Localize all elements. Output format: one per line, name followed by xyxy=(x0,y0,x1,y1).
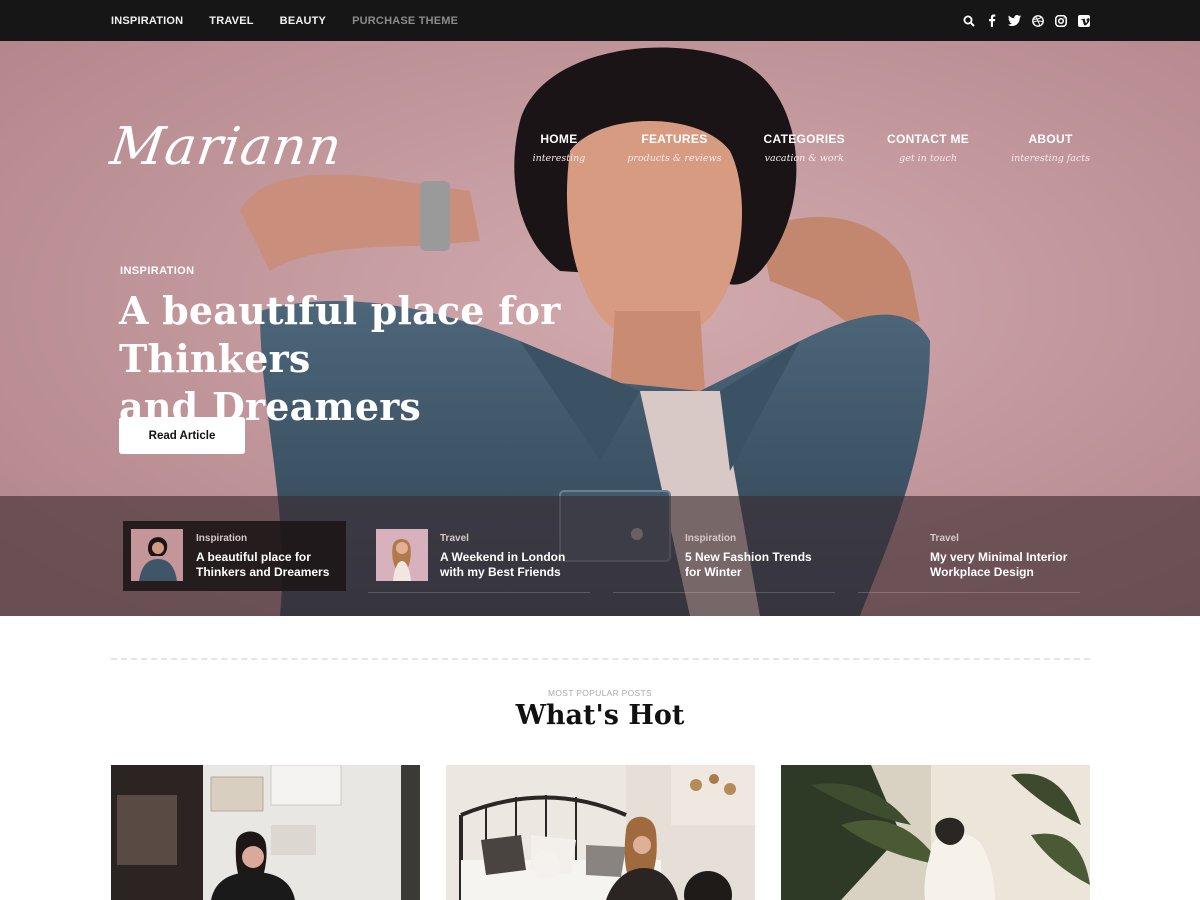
post-card-image[interactable] xyxy=(446,765,755,900)
vimeo-icon[interactable] xyxy=(1077,14,1090,27)
hero-title-line-1: A beautiful place for Thinkers xyxy=(119,288,561,381)
slide-item[interactable]: Travel My very Minimal Interior Workplac… xyxy=(858,521,1080,593)
slide-title-line-2: Thinkers and Dreamers xyxy=(196,565,330,579)
post-card-image[interactable] xyxy=(781,765,1090,900)
instagram-icon[interactable] xyxy=(1054,14,1067,27)
main-nav-label: ABOUT xyxy=(1028,132,1073,146)
slide-divider xyxy=(858,592,1080,593)
main-nav-features[interactable]: FEATURES products & reviews xyxy=(627,132,721,164)
main-nav-contact[interactable]: CONTACT ME get in touch xyxy=(887,132,969,164)
facebook-icon[interactable] xyxy=(985,14,998,27)
search-icon[interactable] xyxy=(962,14,975,27)
slide-category: Travel xyxy=(440,533,469,544)
site-logo[interactable]: Mariann xyxy=(107,117,346,177)
top-nav-inspiration[interactable]: INSPIRATION xyxy=(111,15,183,27)
slide-category: Inspiration xyxy=(685,533,737,544)
slide-item[interactable]: Inspiration A beautiful place for Thinke… xyxy=(123,521,346,591)
slide-title-line-2: for Winter xyxy=(685,565,742,579)
slide-item[interactable]: Travel A Weekend in London with my Best … xyxy=(368,521,590,593)
main-nav-sublabel: interesting xyxy=(532,153,586,164)
main-nav-sublabel: products & reviews xyxy=(627,153,722,164)
slide-title-line-1: 5 New Fashion Trends xyxy=(685,550,812,564)
social-links xyxy=(952,0,1090,41)
main-nav-about[interactable]: ABOUT interesting facts xyxy=(1011,132,1090,164)
slide-title-line-1: My very Minimal Interior xyxy=(930,550,1068,564)
hero: Mariann HOME interesting FEATURES produc… xyxy=(0,41,1200,616)
main-nav-label: CONTACT ME xyxy=(886,132,970,146)
slide-title-line-2: Workplace Design xyxy=(930,565,1034,579)
section-kicker: MOST POPULAR POSTS xyxy=(548,688,652,698)
slide-item[interactable]: Inspiration 5 New Fashion Trends for Win… xyxy=(613,521,835,593)
main-nav-label: HOME xyxy=(540,132,578,146)
top-nav-purchase-theme[interactable]: PURCHASE THEME xyxy=(352,15,458,27)
main-nav-sublabel: get in touch xyxy=(899,153,957,164)
section-title: What's Hot xyxy=(515,700,685,731)
main-nav-home[interactable]: HOME interesting xyxy=(533,132,586,164)
slide-category: Inspiration xyxy=(196,533,248,544)
slide-thumbnail xyxy=(376,529,428,581)
slide-title: A Weekend in London with my Best Friends xyxy=(440,550,590,580)
main-nav-sublabel: vacation & work xyxy=(764,153,844,164)
slide-title: 5 New Fashion Trends for Winter xyxy=(685,550,835,580)
main-nav-categories[interactable]: CATEGORIES vacation & work xyxy=(764,132,845,164)
main-nav-label: CATEGORIES xyxy=(763,132,845,146)
section-divider xyxy=(111,658,1090,660)
slide-title-line-1: A beautiful place for xyxy=(196,550,311,564)
main-nav: HOME interesting FEATURES products & rev… xyxy=(491,132,1090,164)
top-nav-travel[interactable]: TRAVEL xyxy=(209,15,253,27)
hero-title[interactable]: A beautiful place for Thinkers and Dream… xyxy=(119,287,679,431)
hero-category[interactable]: INSPIRATION xyxy=(120,265,194,277)
slide-divider xyxy=(613,592,835,593)
slide-title-line-1: A Weekend in London xyxy=(440,550,566,564)
top-nav: INSPIRATION TRAVEL BEAUTY PURCHASE THEME xyxy=(111,0,484,41)
slide-divider xyxy=(368,592,590,593)
dribbble-icon[interactable] xyxy=(1031,14,1044,27)
main-nav-sublabel: interesting facts xyxy=(1011,153,1090,164)
slide-title-line-2: with my Best Friends xyxy=(440,565,561,579)
slide-title: My very Minimal Interior Workplace Desig… xyxy=(930,550,1080,580)
slide-title: A beautiful place for Thinkers and Dream… xyxy=(196,550,346,580)
top-nav-beauty[interactable]: BEAUTY xyxy=(280,15,326,27)
post-card-image[interactable] xyxy=(111,765,420,900)
top-bar: INSPIRATION TRAVEL BEAUTY PURCHASE THEME xyxy=(0,0,1200,41)
twitter-icon[interactable] xyxy=(1008,14,1021,27)
slide-category: Travel xyxy=(930,533,959,544)
slide-thumbnail xyxy=(131,529,183,581)
main-nav-label: FEATURES xyxy=(641,132,708,146)
featured-slider: Inspiration A beautiful place for Thinke… xyxy=(0,496,1200,616)
read-article-button[interactable]: Read Article xyxy=(119,417,245,454)
